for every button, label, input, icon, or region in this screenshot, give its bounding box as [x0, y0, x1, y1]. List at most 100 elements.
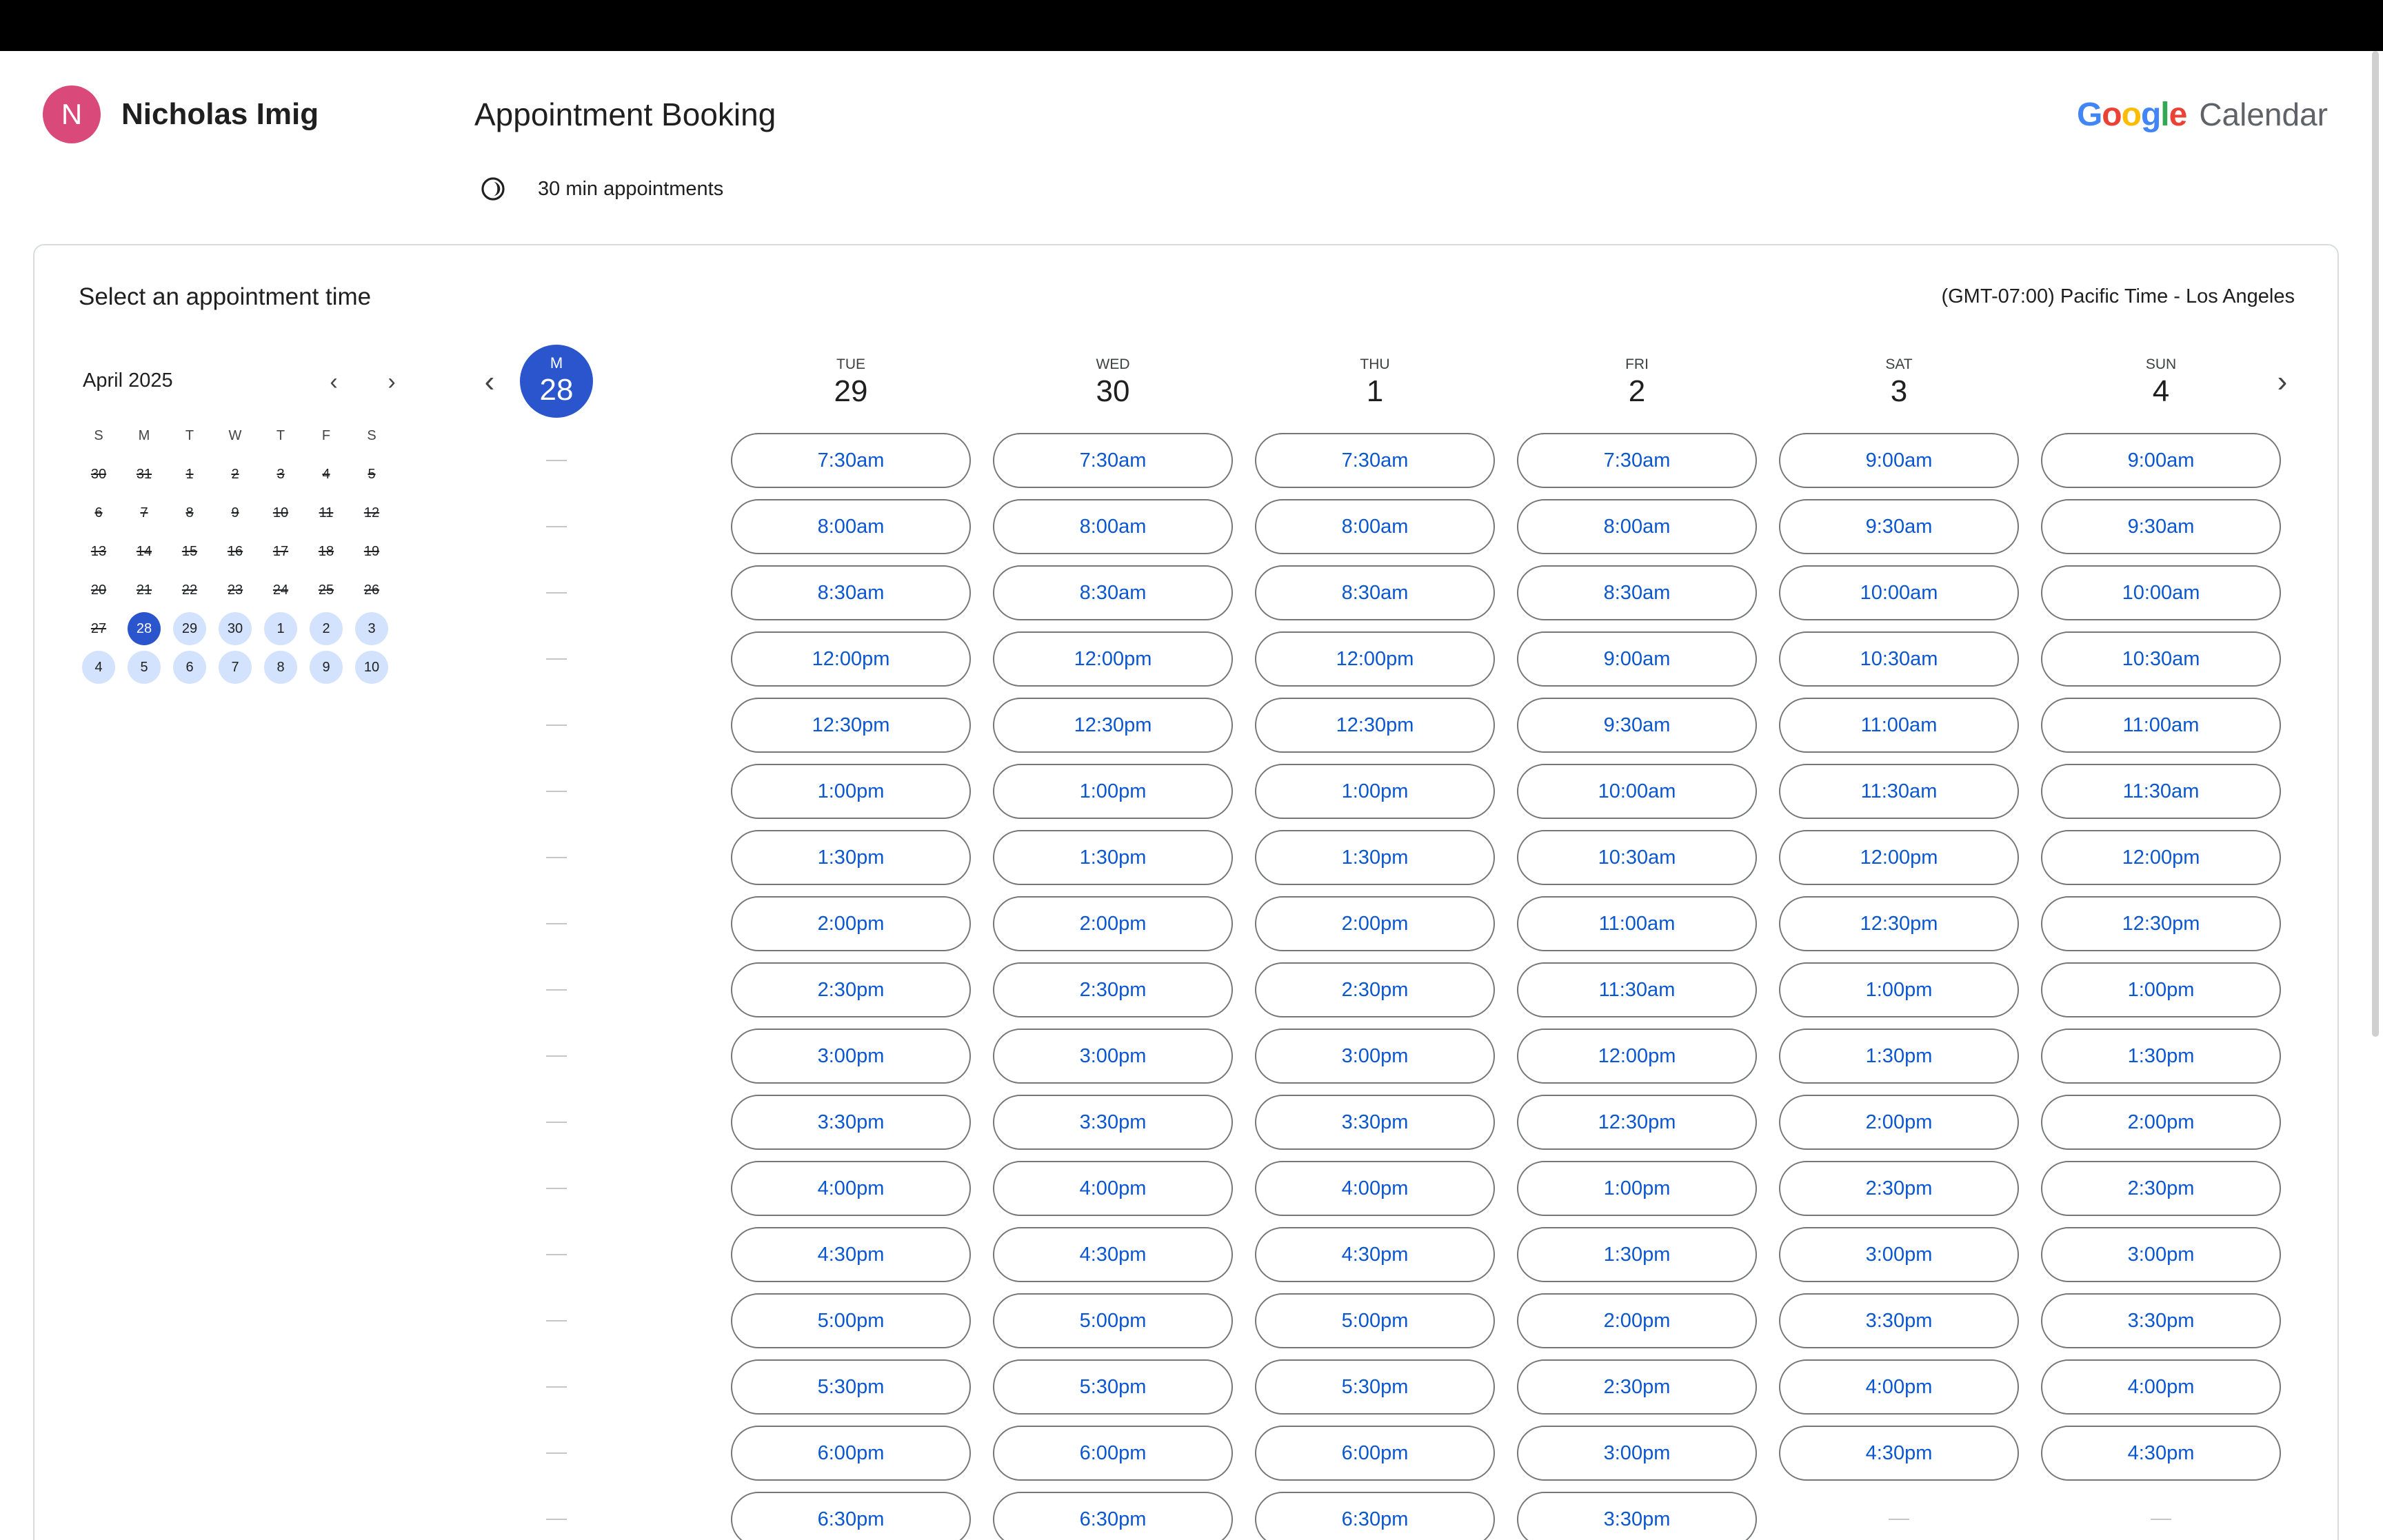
time-slot-button[interactable]: 5:00pm	[731, 1293, 971, 1348]
time-slot-button[interactable]: 6:30pm	[731, 1492, 971, 1540]
time-slot-button[interactable]: 5:00pm	[1255, 1293, 1495, 1348]
time-slot-button[interactable]: 2:00pm	[1255, 896, 1495, 951]
mini-calendar-day[interactable]: 8	[258, 648, 303, 687]
day-header[interactable]: WED 30	[993, 347, 1233, 433]
time-slot-button[interactable]: 2:00pm	[2041, 1095, 2281, 1150]
time-slot-button[interactable]: 6:30pm	[993, 1492, 1233, 1540]
time-slot-button[interactable]: 1:30pm	[731, 830, 971, 885]
time-slot-button[interactable]: 2:30pm	[1779, 1161, 2019, 1216]
time-slot-button[interactable]: 5:00pm	[993, 1293, 1233, 1348]
mini-calendar-day[interactable]: 28	[121, 609, 167, 648]
mini-calendar-day[interactable]: 3	[349, 609, 394, 648]
time-slot-button[interactable]: 9:00am	[2041, 433, 2281, 488]
time-slot-button[interactable]: 7:30am	[993, 433, 1233, 488]
time-slot-button[interactable]: 3:30pm	[1779, 1293, 2019, 1348]
time-slot-button[interactable]: 5:30pm	[1255, 1359, 1495, 1415]
time-slot-button[interactable]: 1:30pm	[1779, 1029, 2019, 1084]
time-slot-button[interactable]: 3:30pm	[993, 1095, 1233, 1150]
chevron-right-icon[interactable]: ›	[375, 365, 408, 398]
time-slot-button[interactable]: 1:30pm	[2041, 1029, 2281, 1084]
mini-calendar-day[interactable]: 4	[76, 648, 121, 687]
time-slot-button[interactable]: 3:30pm	[731, 1095, 971, 1150]
time-slot-button[interactable]: 2:30pm	[731, 962, 971, 1017]
time-slot-button[interactable]: 4:30pm	[2041, 1426, 2281, 1481]
time-slot-button[interactable]: 5:30pm	[731, 1359, 971, 1415]
time-slot-button[interactable]: 10:30am	[2041, 631, 2281, 687]
time-slot-button[interactable]: 11:30am	[1779, 764, 2019, 819]
time-slot-button[interactable]: 6:00pm	[731, 1426, 971, 1481]
time-slot-button[interactable]: 1:00pm	[1779, 962, 2019, 1017]
time-slot-button[interactable]: 4:00pm	[1255, 1161, 1495, 1216]
day-header[interactable]: TUE 29	[731, 347, 971, 433]
mini-calendar-day[interactable]: 5	[121, 648, 167, 687]
time-slot-button[interactable]: 9:00am	[1779, 433, 2019, 488]
mini-calendar-day[interactable]: 29	[167, 609, 212, 648]
time-slot-button[interactable]: 8:30am	[731, 565, 971, 620]
time-slot-button[interactable]: 6:00pm	[993, 1426, 1233, 1481]
time-slot-button[interactable]: 1:00pm	[993, 764, 1233, 819]
time-slot-button[interactable]: 12:30pm	[1517, 1095, 1757, 1150]
time-slot-button[interactable]: 3:30pm	[1517, 1492, 1757, 1540]
day-header[interactable]: M 28	[512, 345, 601, 433]
day-header[interactable]: SUN 4	[2041, 347, 2281, 433]
time-slot-button[interactable]: 1:00pm	[2041, 962, 2281, 1017]
time-slot-button[interactable]: 8:30am	[1255, 565, 1495, 620]
time-slot-button[interactable]: 2:00pm	[1517, 1293, 1757, 1348]
time-slot-button[interactable]: 12:30pm	[1779, 896, 2019, 951]
time-slot-button[interactable]: 8:00am	[1255, 499, 1495, 554]
time-slot-button[interactable]: 12:00pm	[1255, 631, 1495, 687]
time-slot-button[interactable]: 2:30pm	[2041, 1161, 2281, 1216]
time-slot-button[interactable]: 12:00pm	[2041, 830, 2281, 885]
time-slot-button[interactable]: 9:00am	[1517, 631, 1757, 687]
time-slot-button[interactable]: 2:30pm	[993, 962, 1233, 1017]
time-slot-button[interactable]: 6:00pm	[1255, 1426, 1495, 1481]
time-slot-button[interactable]: 8:30am	[993, 565, 1233, 620]
time-slot-button[interactable]: 3:00pm	[1255, 1029, 1495, 1084]
time-slot-button[interactable]: 11:00am	[2041, 698, 2281, 753]
time-slot-button[interactable]: 10:30am	[1517, 830, 1757, 885]
time-slot-button[interactable]: 4:30pm	[731, 1227, 971, 1282]
time-slot-button[interactable]: 3:00pm	[1779, 1227, 2019, 1282]
time-slot-button[interactable]: 12:00pm	[731, 631, 971, 687]
chevron-left-icon[interactable]: ‹	[317, 365, 350, 398]
time-slot-button[interactable]: 11:30am	[2041, 764, 2281, 819]
time-slot-button[interactable]: 2:00pm	[993, 896, 1233, 951]
time-slot-button[interactable]: 1:00pm	[1255, 764, 1495, 819]
time-slot-button[interactable]: 4:30pm	[1255, 1227, 1495, 1282]
time-slot-button[interactable]: 11:30am	[1517, 962, 1757, 1017]
mini-calendar-day[interactable]: 9	[303, 648, 349, 687]
time-slot-button[interactable]: 1:30pm	[993, 830, 1233, 885]
time-slot-button[interactable]: 7:30am	[731, 433, 971, 488]
mini-calendar-day[interactable]: 10	[349, 648, 394, 687]
timezone-selector[interactable]: (GMT-07:00) Pacific Time - Los Angeles	[1941, 281, 2295, 312]
time-slot-button[interactable]: 10:00am	[2041, 565, 2281, 620]
time-slot-button[interactable]: 1:00pm	[1517, 1161, 1757, 1216]
time-slot-button[interactable]: 5:30pm	[993, 1359, 1233, 1415]
time-slot-button[interactable]: 12:30pm	[731, 698, 971, 753]
time-slot-button[interactable]: 11:00am	[1779, 698, 2019, 753]
time-slot-button[interactable]: 7:30am	[1517, 433, 1757, 488]
time-slot-button[interactable]: 1:30pm	[1517, 1227, 1757, 1282]
time-slot-button[interactable]: 12:30pm	[993, 698, 1233, 753]
time-slot-button[interactable]: 8:00am	[993, 499, 1233, 554]
mini-calendar-day[interactable]: 30	[212, 609, 258, 648]
week-prev-chevron-icon[interactable]: ‹	[469, 361, 510, 403]
time-slot-button[interactable]: 2:30pm	[1255, 962, 1495, 1017]
day-header[interactable]: THU 1	[1255, 347, 1495, 433]
mini-calendar-day[interactable]: 2	[303, 609, 349, 648]
time-slot-button[interactable]: 3:00pm	[993, 1029, 1233, 1084]
time-slot-button[interactable]: 4:00pm	[993, 1161, 1233, 1216]
time-slot-button[interactable]: 3:00pm	[2041, 1227, 2281, 1282]
time-slot-button[interactable]: 10:30am	[1779, 631, 2019, 687]
time-slot-button[interactable]: 4:00pm	[1779, 1359, 2019, 1415]
time-slot-button[interactable]: 11:00am	[1517, 896, 1757, 951]
time-slot-button[interactable]: 9:30am	[2041, 499, 2281, 554]
time-slot-button[interactable]: 4:00pm	[731, 1161, 971, 1216]
time-slot-button[interactable]: 3:00pm	[1517, 1426, 1757, 1481]
time-slot-button[interactable]: 2:00pm	[1779, 1095, 2019, 1150]
time-slot-button[interactable]: 1:30pm	[1255, 830, 1495, 885]
time-slot-button[interactable]: 2:00pm	[731, 896, 971, 951]
time-slot-button[interactable]: 3:30pm	[2041, 1293, 2281, 1348]
time-slot-button[interactable]: 7:30am	[1255, 433, 1495, 488]
time-slot-button[interactable]: 9:30am	[1779, 499, 2019, 554]
